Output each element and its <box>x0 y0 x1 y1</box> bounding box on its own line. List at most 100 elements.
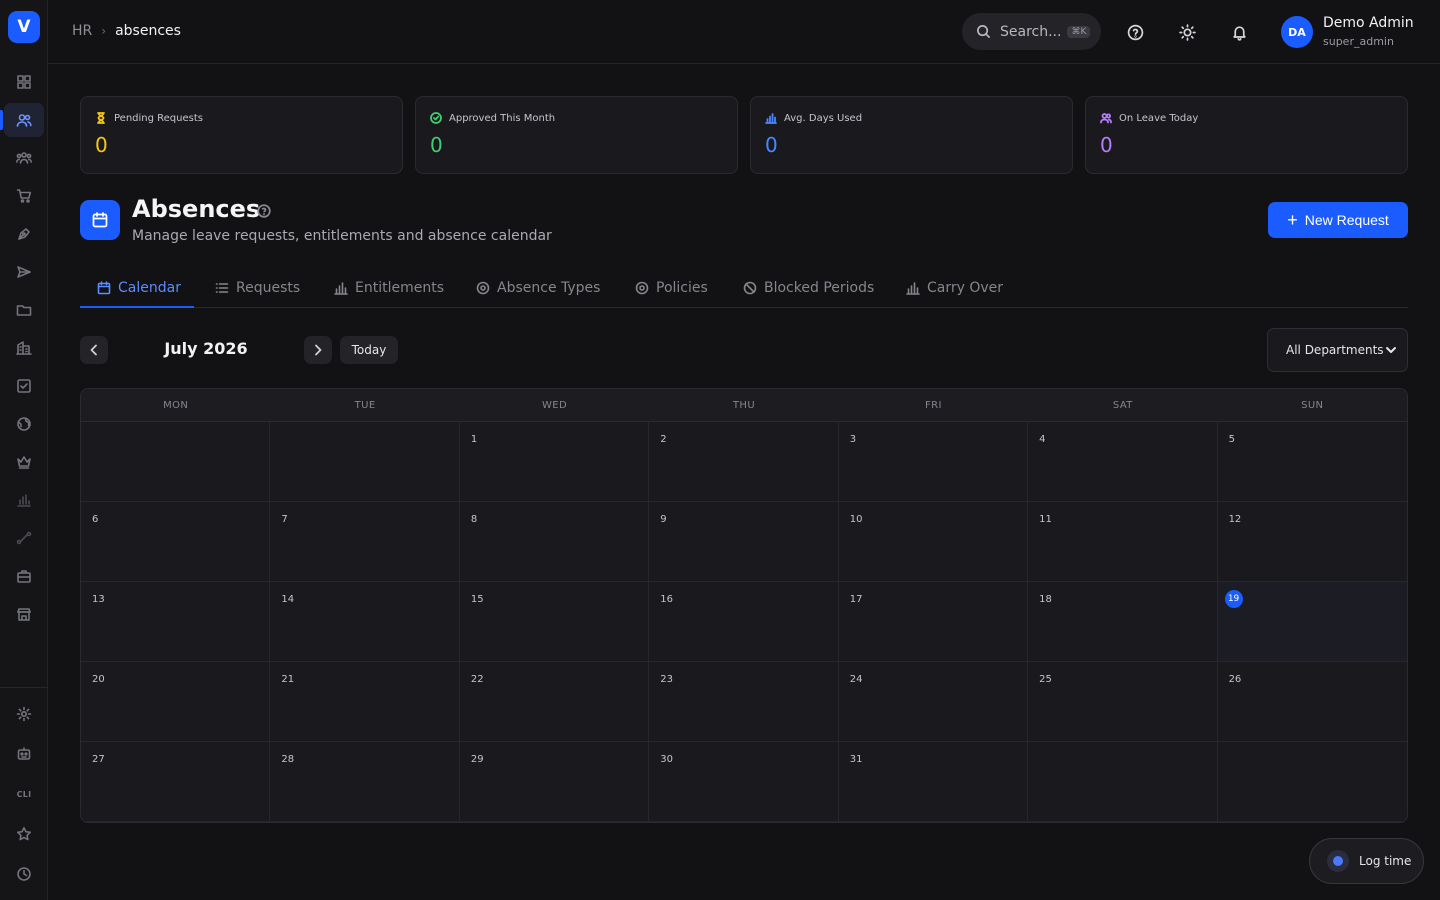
calendar-day-cell[interactable]: 20 <box>81 662 271 742</box>
gear-icon <box>635 281 649 295</box>
stat-value: 0 <box>1100 133 1113 157</box>
sidebar-item-settings[interactable] <box>4 697 44 731</box>
calendar-day-cell[interactable]: 19 <box>1217 582 1407 662</box>
sidebar-item-analytics[interactable] <box>4 483 44 517</box>
avatar[interactable]: DA <box>1281 16 1313 48</box>
sidebar-item-history[interactable] <box>4 857 44 891</box>
notifications-button[interactable] <box>1227 20 1251 44</box>
day-number: 10 <box>849 514 863 525</box>
calendar-day-cell[interactable]: 7 <box>270 502 460 582</box>
sidebar-item-campaigns[interactable] <box>4 255 44 289</box>
sidebar-item-store[interactable] <box>4 597 44 631</box>
sidebar-item-dashboard[interactable] <box>4 65 44 99</box>
bar-chart-icon <box>17 494 31 507</box>
day-number: 8 <box>470 514 478 525</box>
calendar-day-cell[interactable]: 5 <box>1217 422 1407 502</box>
calendar-day-cell[interactable]: 31 <box>838 742 1029 822</box>
stat-card-pending: Pending Requests 0 <box>80 96 403 174</box>
tab-policies[interactable]: Policies <box>635 268 708 308</box>
calendar-day-cell[interactable]: 29 <box>459 742 650 822</box>
calendar-day-cell[interactable]: 22 <box>459 662 650 742</box>
calendar-day-cell[interactable]: 12 <box>1217 502 1407 582</box>
calendar-day-cell[interactable]: 14 <box>270 582 460 662</box>
sidebar-item-tasks[interactable] <box>4 369 44 403</box>
user-role: super_admin <box>1323 35 1394 48</box>
sidebar-item-shop[interactable] <box>4 179 44 213</box>
tab-calendar[interactable]: Calendar <box>97 268 181 308</box>
calendar-day-cell[interactable]: 4 <box>1028 422 1218 502</box>
calendar-day-cell[interactable]: 27 <box>81 742 271 822</box>
calendar-day-cell[interactable]: 1 <box>459 422 650 502</box>
search-icon <box>977 25 991 39</box>
app-logo[interactable]: V <box>8 11 40 43</box>
log-time-button[interactable]: Log time <box>1309 838 1424 884</box>
calendar-empty-cell <box>1217 742 1407 822</box>
calendar-day-cell[interactable]: 25 <box>1028 662 1218 742</box>
day-number: 1 <box>470 434 478 445</box>
calendar-day-cell[interactable]: 3 <box>838 422 1029 502</box>
clock-icon <box>17 867 31 881</box>
weekday-label: MON <box>163 399 189 411</box>
tab-requests[interactable]: Requests <box>215 268 300 308</box>
sidebar-item-workflows[interactable] <box>4 521 44 555</box>
calendar-icon <box>97 281 111 295</box>
calendar-body: 1 2 3 4 5 6 7 8 9 10 11 12 13 14 15 16 17 18 19 20 21 22 23 24 2… <box>81 422 1407 822</box>
sidebar-item-web[interactable] <box>4 407 44 441</box>
day-number: 28 <box>281 754 295 765</box>
sidebar-item-cli[interactable]: CLI <box>4 777 44 811</box>
list-icon <box>215 283 229 293</box>
calendar-day-cell[interactable]: 8 <box>459 502 650 582</box>
sidebar-item-jobs[interactable] <box>4 559 44 593</box>
calendar-day-cell[interactable]: 26 <box>1217 662 1407 742</box>
breadcrumb-root[interactable]: HR <box>72 23 92 39</box>
month-label: July 2026 <box>164 339 248 358</box>
tab-carry-over[interactable]: Carry Over <box>906 268 1003 308</box>
day-number: 24 <box>849 674 863 685</box>
tab-blocked-periods[interactable]: Blocked Periods <box>743 268 874 308</box>
day-number: 16 <box>660 594 674 605</box>
calendar-day-cell[interactable]: 9 <box>649 502 839 582</box>
sidebar-item-design[interactable] <box>4 217 44 251</box>
sidebar-item-teams[interactable] <box>4 141 44 175</box>
calendar-day-cell[interactable]: 23 <box>649 662 839 742</box>
calendar-empty-cell <box>270 422 460 502</box>
stat-label-text: Avg. Days Used <box>784 112 863 124</box>
calendar-day-cell[interactable]: 2 <box>649 422 839 502</box>
today-button[interactable]: Today <box>340 336 398 364</box>
calendar-day-cell[interactable]: 13 <box>81 582 271 662</box>
calendar-day-cell[interactable]: 16 <box>649 582 839 662</box>
tab-absence-types[interactable]: Absence Types <box>476 268 600 308</box>
calendar-day-cell[interactable]: 28 <box>270 742 460 822</box>
calendar-day-cell[interactable]: 18 <box>1028 582 1218 662</box>
stat-label-text: Pending Requests <box>114 112 203 124</box>
user-name[interactable]: Demo Admin <box>1323 15 1414 31</box>
help-icon[interactable] <box>257 203 271 218</box>
calendar-day-cell[interactable]: 24 <box>838 662 1029 742</box>
next-month-button[interactable] <box>304 336 332 364</box>
calendar-day-cell[interactable]: 30 <box>649 742 839 822</box>
department-select-value: All Departments <box>1286 343 1384 357</box>
prev-month-button[interactable] <box>80 336 108 364</box>
sidebar-item-files[interactable] <box>4 293 44 327</box>
department-select[interactable]: All Departments <box>1267 328 1408 372</box>
tab-entitlements[interactable]: Entitlements <box>334 268 444 308</box>
calendar-day-cell[interactable]: 10 <box>838 502 1029 582</box>
day-number: 20 <box>92 674 105 685</box>
sidebar-item-favorites[interactable] <box>4 817 44 851</box>
sidebar-item-companies[interactable] <box>4 331 44 365</box>
sidebar-item-hr[interactable] <box>4 103 44 137</box>
help-button[interactable] <box>1123 20 1147 44</box>
chevron-right-icon: › <box>101 24 107 38</box>
calendar-day-cell[interactable]: 11 <box>1028 502 1218 582</box>
new-request-button[interactable]: + New Request <box>1268 202 1408 238</box>
search-input[interactable]: Search... ⌘K <box>962 13 1101 50</box>
calendar-day-cell[interactable]: 6 <box>81 502 271 582</box>
day-number: 3 <box>849 434 857 445</box>
day-number: 22 <box>470 674 484 685</box>
calendar-day-cell[interactable]: 17 <box>838 582 1029 662</box>
theme-toggle-button[interactable] <box>1175 20 1199 44</box>
calendar-day-cell[interactable]: 21 <box>270 662 460 742</box>
sidebar-item-bot[interactable] <box>4 737 44 771</box>
calendar-day-cell[interactable]: 15 <box>459 582 650 662</box>
sidebar-item-premium[interactable] <box>4 445 44 479</box>
